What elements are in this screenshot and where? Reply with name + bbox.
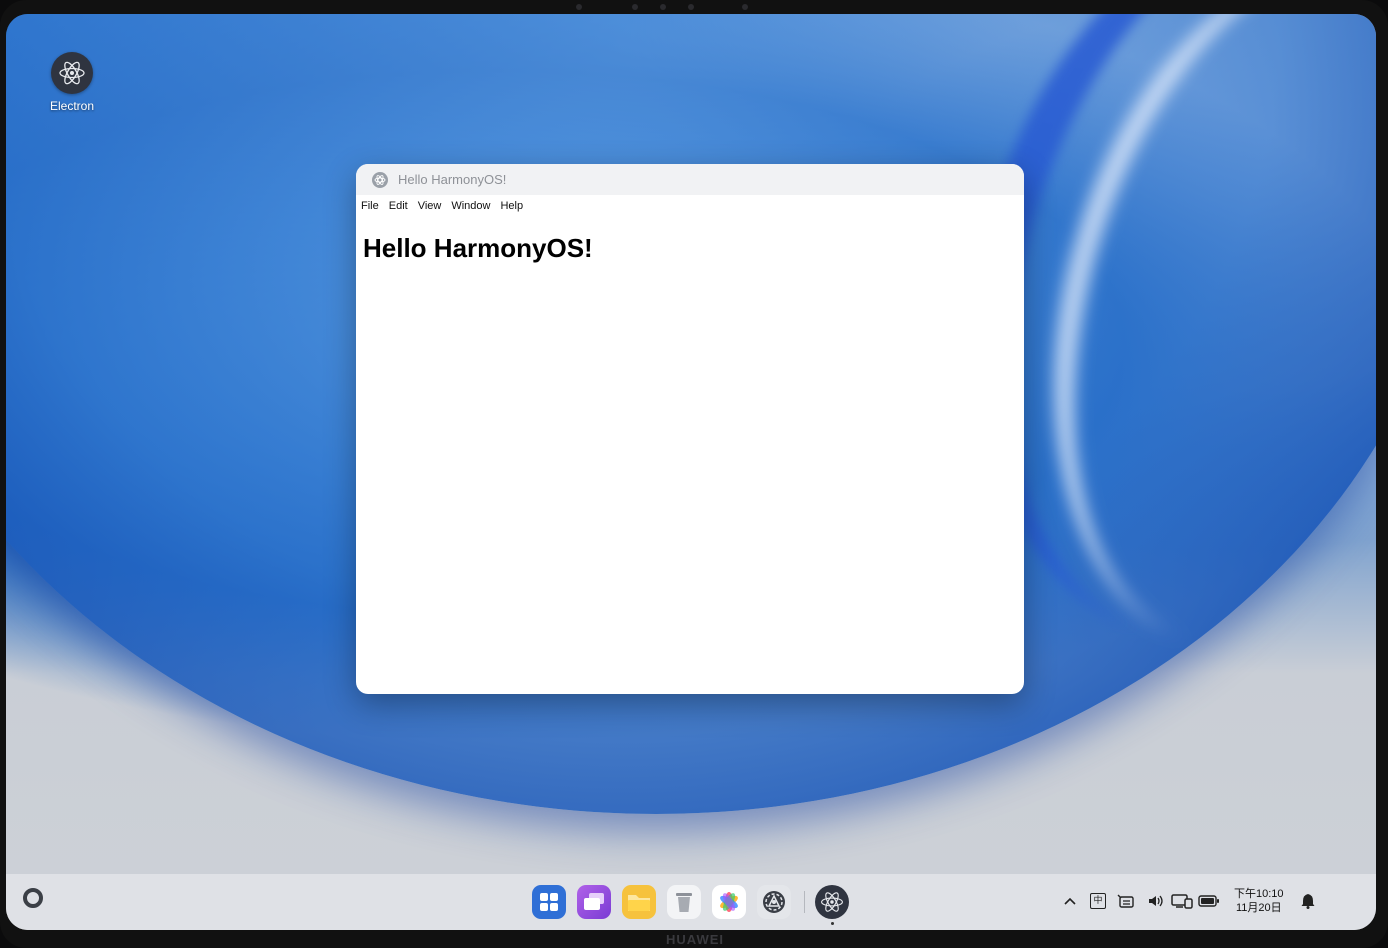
- battery-icon: [1198, 892, 1220, 910]
- keyboard-icon[interactable]: [1117, 892, 1135, 910]
- page-heading: Hello HarmonyOS!: [363, 233, 593, 263]
- menu-help[interactable]: Help: [500, 200, 523, 212]
- menu-file[interactable]: File: [361, 200, 379, 212]
- camera-array: [566, 3, 766, 11]
- menu-edit[interactable]: Edit: [389, 200, 408, 212]
- clock[interactable]: 下午10:10 11月20日: [1234, 887, 1284, 915]
- electron-icon: [51, 52, 93, 94]
- dock-separator: [804, 891, 805, 913]
- window-content: Hello HarmonyOS!: [356, 233, 1024, 264]
- desktop-icon-label: Electron: [49, 99, 95, 113]
- menu-bar: File Edit View Window Help: [356, 195, 1024, 217]
- app-title-icon: [372, 171, 388, 188]
- app-window[interactable]: Hello HarmonyOS! File Edit View Window H…: [356, 164, 1024, 694]
- device-connect-icon[interactable]: [1171, 892, 1193, 910]
- window-title: Hello HarmonyOS!: [398, 172, 507, 187]
- desktop: Electron Hello HarmonyOS! File Edit View…: [6, 14, 1376, 930]
- device-brand-label: HUAWEI: [666, 932, 724, 947]
- menu-window[interactable]: Window: [451, 200, 490, 212]
- input-method-label: 中: [1090, 893, 1106, 909]
- bell-icon[interactable]: [1299, 892, 1317, 910]
- app-center-icon[interactable]: [532, 885, 566, 919]
- clock-time: 下午10:10: [1234, 888, 1284, 900]
- clock-date: 11月20日: [1235, 902, 1282, 914]
- window-titlebar[interactable]: Hello HarmonyOS!: [356, 164, 1024, 195]
- settings-icon[interactable]: [757, 885, 791, 919]
- electron-icon[interactable]: [815, 885, 849, 919]
- desktop-icon-electron[interactable]: Electron: [40, 52, 104, 113]
- taskbar: 中 下午10:10 11月20日: [6, 874, 1376, 930]
- trash-icon[interactable]: [667, 885, 701, 919]
- multitask-icon[interactable]: [577, 885, 611, 919]
- menu-view[interactable]: View: [418, 200, 442, 212]
- input-method-button[interactable]: 中: [1089, 892, 1107, 910]
- chevron-up-icon[interactable]: [1061, 892, 1079, 910]
- volume-icon[interactable]: [1147, 892, 1165, 910]
- gallery-icon[interactable]: [712, 885, 746, 919]
- start-button[interactable]: [23, 888, 43, 908]
- running-indicator: [831, 922, 834, 925]
- files-icon[interactable]: [622, 885, 656, 919]
